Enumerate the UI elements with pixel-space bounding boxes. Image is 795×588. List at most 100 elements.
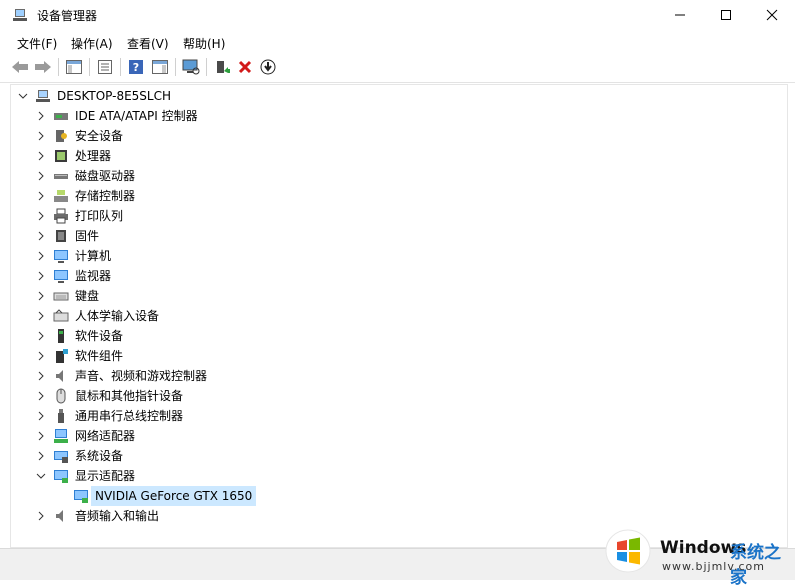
menu-file[interactable]: 文件(F) (17, 35, 57, 52)
forward-button[interactable] (34, 58, 52, 76)
device-tree[interactable]: DESKTOP-8E5SLCH IDE ATA/ATAPI 控制器 安全设备处理器… (10, 84, 788, 548)
printer-icon (54, 208, 68, 224)
enable-device-button[interactable] (259, 58, 277, 76)
back-button[interactable] (11, 58, 29, 76)
chevron-down-icon[interactable] (33, 466, 49, 486)
scan-hardware-icon (182, 59, 200, 75)
device-category[interactable]: 打印队列 (33, 206, 123, 226)
device-category[interactable]: 网络适配器 (33, 426, 135, 446)
usb-icon (58, 409, 64, 423)
help-button[interactable]: ? (127, 58, 145, 76)
download-circle-icon (260, 59, 276, 75)
chevron-right-icon[interactable] (33, 146, 49, 166)
device-category[interactable]: 通用串行总线控制器 (33, 406, 183, 426)
device-label: 监视器 (75, 269, 112, 283)
chevron-right-icon[interactable] (33, 286, 49, 306)
device-label: 磁盘驱动器 (75, 169, 136, 183)
chevron-right-icon[interactable] (33, 206, 49, 226)
device-item[interactable]: NVIDIA GeForce GTX 1650 (53, 486, 257, 506)
device-category[interactable]: 处理器 (33, 146, 111, 166)
device-category[interactable]: 鼠标和其他指针设备 (33, 386, 183, 406)
toolbar-separator (58, 58, 59, 76)
chevron-right-icon[interactable] (33, 126, 49, 146)
maximize-icon (721, 10, 731, 20)
back-arrow-icon (12, 61, 28, 73)
properties-icon (98, 60, 112, 74)
software-component-icon (56, 349, 68, 363)
menu-help[interactable]: 帮助(H) (183, 35, 225, 52)
desktop-computer-icon (36, 90, 50, 102)
device-category[interactable]: 固件 (33, 226, 99, 246)
chevron-right-icon[interactable] (33, 406, 49, 426)
device-category[interactable]: 磁盘驱动器 (33, 166, 135, 186)
properties-button[interactable] (96, 58, 114, 76)
hid-icon (53, 309, 69, 322)
device-label: IDE ATA/ATAPI 控制器 (75, 109, 198, 123)
device-category[interactable]: IDE ATA/ATAPI 控制器 (33, 106, 198, 126)
uninstall-device-button[interactable] (236, 58, 254, 76)
device-label: 安全设备 (75, 129, 124, 143)
device-category[interactable]: 系统设备 (33, 446, 123, 466)
display-adapter-icon (54, 470, 68, 483)
device-category[interactable]: 计算机 (33, 246, 111, 266)
chevron-right-icon[interactable] (33, 306, 49, 326)
device-label: 通用串行总线控制器 (75, 409, 184, 423)
action-pane-button[interactable] (151, 58, 169, 76)
chevron-right-icon[interactable] (33, 366, 49, 386)
device-label: 声音、视频和游戏控制器 (75, 369, 208, 383)
chevron-right-icon[interactable] (33, 426, 49, 446)
device-label: 固件 (75, 229, 100, 243)
tree-root-label: DESKTOP-8E5SLCH (57, 89, 172, 103)
processor-icon (55, 150, 67, 162)
toolbar: ? (0, 53, 795, 83)
device-category[interactable]: 软件组件 (33, 346, 123, 366)
chevron-right-icon[interactable] (33, 266, 49, 286)
svg-text:?: ? (133, 61, 139, 74)
device-category[interactable]: 键盘 (33, 286, 99, 306)
red-x-icon (238, 60, 252, 74)
device-category[interactable]: 声音、视频和游戏控制器 (33, 366, 207, 386)
toolbar-separator (206, 58, 207, 76)
chevron-down-icon[interactable] (15, 86, 31, 106)
chevron-right-icon[interactable] (33, 386, 49, 406)
chevron-right-icon[interactable] (33, 246, 49, 266)
device-category[interactable]: 存储控制器 (33, 186, 135, 206)
audio-io-icon (56, 510, 63, 522)
chevron-right-icon[interactable] (33, 226, 49, 246)
device-label: 存储控制器 (75, 189, 136, 203)
chevron-right-icon[interactable] (33, 186, 49, 206)
device-label: 处理器 (75, 149, 112, 163)
close-button[interactable] (749, 0, 795, 30)
minimize-button[interactable] (657, 0, 703, 30)
device-label: 计算机 (75, 249, 112, 263)
chevron-right-icon[interactable] (33, 106, 49, 126)
menu-action[interactable]: 操作(A) (71, 35, 113, 52)
chevron-right-icon[interactable] (33, 446, 49, 466)
monitor-icon (54, 270, 68, 283)
tree-root[interactable]: DESKTOP-8E5SLCH (15, 86, 171, 106)
keyboard-icon (53, 292, 69, 301)
device-category[interactable]: 安全设备 (33, 126, 123, 146)
close-icon (766, 9, 778, 21)
chevron-right-icon[interactable] (33, 166, 49, 186)
device-label: NVIDIA GeForce GTX 1650 (91, 486, 257, 506)
device-category[interactable]: 监视器 (33, 266, 111, 286)
maximize-button[interactable] (703, 0, 749, 30)
chevron-right-icon[interactable] (33, 326, 49, 346)
device-category[interactable]: 软件设备 (33, 326, 123, 346)
menu-view[interactable]: 查看(V) (127, 35, 169, 52)
update-driver-button[interactable] (213, 58, 231, 76)
device-category[interactable]: 人体学输入设备 (33, 306, 159, 326)
update-driver-icon (217, 61, 230, 73)
show-hide-console-tree-button[interactable] (65, 58, 83, 76)
chevron-right-icon[interactable] (33, 346, 49, 366)
chevron-right-icon[interactable] (33, 506, 49, 526)
scan-hardware-button[interactable] (182, 58, 200, 76)
disk-drive-icon (54, 174, 68, 179)
device-category[interactable]: 音频输入和输出 (33, 506, 159, 526)
device-category[interactable]: 显示适配器 (33, 466, 135, 486)
device-label: 软件组件 (75, 349, 124, 363)
title-bar: 设备管理器 (0, 0, 795, 30)
windows-logo-icon (605, 529, 651, 573)
security-device-icon (56, 130, 67, 142)
